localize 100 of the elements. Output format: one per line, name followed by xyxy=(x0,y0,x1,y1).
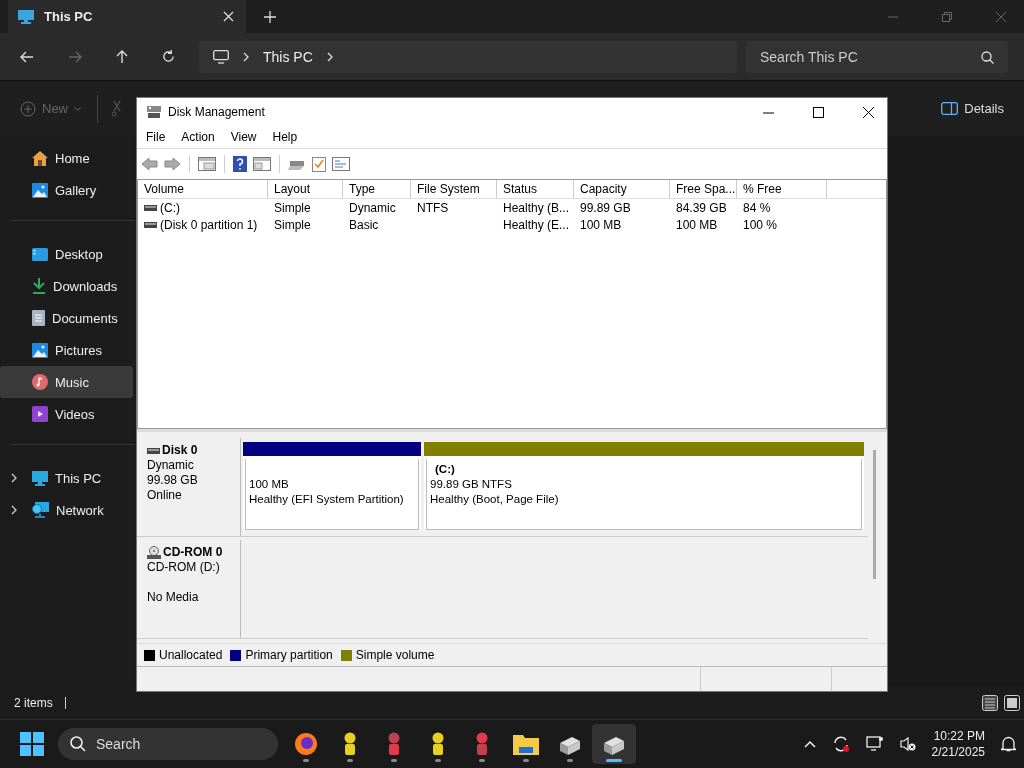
table-cell: Healthy (B... xyxy=(503,200,570,215)
address-bar[interactable]: This PC xyxy=(199,40,737,73)
house-icon xyxy=(32,150,48,166)
taskbar-search[interactable]: Search xyxy=(58,728,278,760)
plus-circle-icon xyxy=(20,100,36,117)
window-title: Disk Management xyxy=(168,105,265,119)
sidebar-item[interactable]: Videos xyxy=(0,398,133,430)
table-cell: 99.89 GB xyxy=(580,200,631,215)
sidebar-item[interactable]: Home xyxy=(0,142,133,174)
network-status-icon[interactable] xyxy=(865,736,884,752)
table-cell: Basic xyxy=(349,217,379,232)
column-header[interactable]: File System xyxy=(411,180,497,198)
forward-arrow-icon[interactable] xyxy=(68,50,82,63)
column-header[interactable]: Type xyxy=(343,180,411,198)
column-header[interactable]: Layout xyxy=(268,180,343,198)
sync-icon[interactable] xyxy=(831,735,850,753)
column-header[interactable]: Free Spa... xyxy=(670,180,737,198)
menu-item[interactable]: Help xyxy=(272,130,298,144)
folder-icon xyxy=(513,733,539,755)
disk-status: No Media xyxy=(147,590,200,605)
details-pane-icon xyxy=(941,102,959,115)
sidebar-item[interactable]: Downloads xyxy=(0,270,133,302)
legend-label: Primary partition xyxy=(245,648,333,662)
partition[interactable]: (C:) 99.89 GB NTFS Healthy (Boot, Page File) xyxy=(424,442,864,530)
disk-size: 99.98 GB xyxy=(147,473,199,488)
table-cell: 100 MB xyxy=(676,217,718,232)
maximize-icon[interactable] xyxy=(813,106,824,118)
sidebar-item[interactable]: Gallery xyxy=(0,174,133,206)
caret-icon xyxy=(74,106,81,111)
column-header[interactable]: Capacity xyxy=(574,180,670,198)
chevron-up-icon[interactable] xyxy=(803,740,816,748)
table-cell: (Disk 0 partition 1) xyxy=(160,217,258,232)
start-icon[interactable] xyxy=(20,732,44,756)
menu-item[interactable]: File xyxy=(146,130,166,144)
table-cell: Healthy (E... xyxy=(503,217,570,232)
scrollbar[interactable] xyxy=(873,450,876,579)
table-cell: 100 MB xyxy=(580,217,622,232)
sidebar-item[interactable]: Music xyxy=(0,366,133,398)
item-count: 2 items xyxy=(14,696,53,710)
drive-icon xyxy=(144,204,157,211)
chevron-right-icon[interactable] xyxy=(10,505,18,515)
chevron-right-icon xyxy=(243,51,249,62)
disk-drive-icon xyxy=(146,105,162,119)
sidebar-item[interactable]: Desktop xyxy=(0,238,133,270)
forward-arrow-icon[interactable] xyxy=(164,157,181,171)
window-tab[interactable]: This PC xyxy=(8,0,246,33)
sidebar-item[interactable]: This PC xyxy=(0,462,133,494)
search-icon xyxy=(981,50,994,64)
help-icon[interactable] xyxy=(233,156,247,172)
up-arrow-icon[interactable] xyxy=(116,49,128,64)
chevron-right-icon[interactable] xyxy=(10,473,18,483)
panel-icon[interactable] xyxy=(253,157,271,171)
table-cell: Dynamic xyxy=(349,200,396,215)
legend-label: Simple volume xyxy=(355,648,435,662)
table-cell: Simple xyxy=(274,200,311,215)
sidebar-item[interactable]: Pictures xyxy=(0,334,133,366)
checklist-icon[interactable] xyxy=(312,156,326,172)
bell-icon[interactable] xyxy=(1001,736,1016,752)
monitor-icon xyxy=(18,9,34,24)
sidebar-item[interactable]: Documents xyxy=(0,302,133,334)
table-cell: 100 % xyxy=(743,217,778,232)
table-cell: 84.39 GB xyxy=(676,200,727,215)
partition-status: Healthy (Boot, Page File) xyxy=(430,492,560,507)
column-header[interactable]: % Free xyxy=(737,180,827,198)
taskbar-app[interactable] xyxy=(592,724,636,764)
search-icon xyxy=(70,736,86,752)
partition-status: Healthy (EFI System Partition) xyxy=(249,492,405,507)
partition-label: (C:) xyxy=(434,462,456,477)
clock-date[interactable]: 2/21/2025 xyxy=(931,744,985,760)
panel-icon[interactable] xyxy=(198,157,216,171)
drive-icon xyxy=(147,447,160,454)
column-header[interactable]: Status xyxy=(497,180,574,198)
document-icon xyxy=(32,310,45,326)
picture-icon xyxy=(32,182,48,198)
new-tab-icon[interactable] xyxy=(264,10,276,23)
tiles-view-icon[interactable] xyxy=(1004,695,1020,711)
partition-size: 100 MB xyxy=(249,477,290,492)
globe-icon xyxy=(294,732,318,756)
tab-title: This PC xyxy=(44,9,94,24)
close-icon[interactable] xyxy=(863,106,874,118)
sidebar-item[interactable]: Network xyxy=(0,494,133,526)
disk-type: Dynamic xyxy=(147,458,195,473)
details-view-icon[interactable] xyxy=(982,695,998,711)
column-header[interactable]: Volume xyxy=(138,180,268,198)
partition-size: 99.89 GB NTFS xyxy=(430,477,513,492)
properties-icon[interactable] xyxy=(332,157,350,171)
search-field[interactable]: Search This PC xyxy=(746,40,1008,73)
cd-drive-icon xyxy=(147,546,161,559)
music-icon xyxy=(32,374,48,390)
menu-item[interactable]: Action xyxy=(181,130,215,144)
muted-speaker-icon[interactable] xyxy=(899,736,916,752)
clock-time[interactable]: 10:22 PM xyxy=(933,728,985,744)
restore-icon[interactable] xyxy=(942,11,952,22)
monitor-icon xyxy=(32,470,48,486)
details-button[interactable]: Details xyxy=(941,101,1004,116)
menu-item[interactable]: View xyxy=(230,130,257,144)
chevron-right-icon[interactable] xyxy=(326,51,333,62)
refresh-icon[interactable] xyxy=(162,50,175,63)
partition[interactable]: 100 MB Healthy (EFI System Partition) xyxy=(243,442,421,530)
breadcrumb[interactable]: This PC xyxy=(263,48,313,65)
